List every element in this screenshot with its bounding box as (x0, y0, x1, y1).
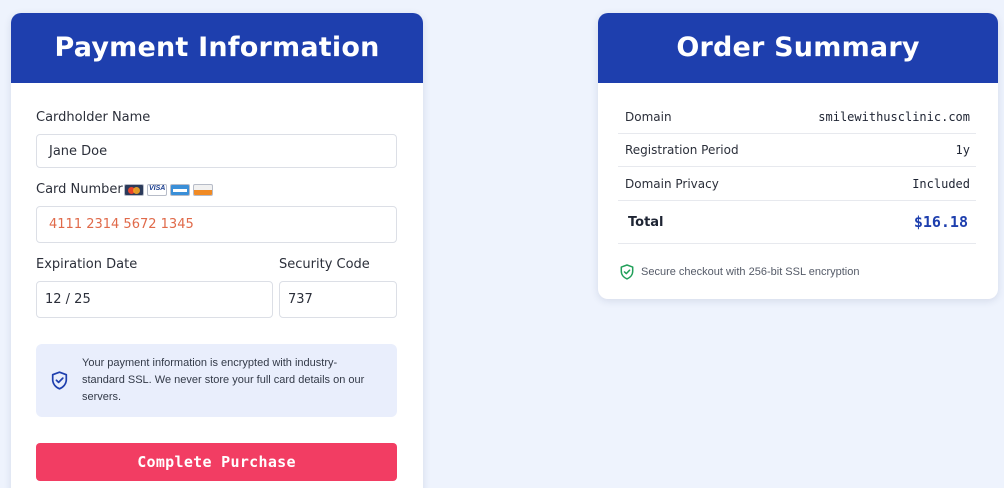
summary-row-domain: Domain smilewithusclinic.com (618, 101, 976, 134)
visa-icon (147, 184, 167, 196)
security-code-label: Security Code (279, 257, 370, 272)
domain-privacy-value: Included (912, 176, 970, 191)
security-notice: Your payment information is encrypted wi… (36, 344, 397, 417)
domain-value: smilewithusclinic.com (818, 110, 970, 124)
payment-title: Payment Information (11, 13, 423, 83)
cardholder-name-input[interactable]: Jane Doe (36, 134, 397, 168)
shield-check-icon (620, 264, 634, 280)
cardholder-name-label: Cardholder Name (36, 110, 151, 125)
security-code-input[interactable]: 737 (279, 281, 397, 318)
card-number-input[interactable]: 4111 2314 5672 1345 (36, 206, 397, 243)
order-summary-title: Order Summary (598, 13, 998, 83)
secure-checkout-note: Secure checkout with 256-bit SSL encrypt… (620, 264, 860, 280)
summary-row-domain-privacy: Domain Privacy Included (618, 167, 976, 201)
registration-period-label: Registration Period (625, 143, 739, 157)
domain-label: Domain (625, 110, 672, 124)
domain-privacy-label: Domain Privacy (625, 176, 719, 191)
registration-period-value: 1y (955, 143, 970, 157)
accepted-cards (124, 184, 213, 196)
total-label: Total (628, 214, 664, 230)
complete-purchase-button[interactable]: Complete Purchase (36, 443, 397, 481)
card-number-label: Card Number (36, 182, 123, 197)
summary-row-registration-period: Registration Period 1y (618, 134, 976, 167)
payment-card: Payment Information Cardholder Name Jane… (11, 13, 423, 488)
expiration-date-input[interactable]: 12 / 25 (36, 281, 273, 318)
expiration-date-label: Expiration Date (36, 257, 138, 272)
total-value: $16.18 (913, 213, 968, 231)
mastercard-icon (124, 184, 144, 196)
secure-checkout-text: Secure checkout with 256-bit SSL encrypt… (641, 266, 860, 278)
security-notice-text: Your payment information is encrypted wi… (82, 357, 365, 403)
shield-icon (51, 371, 68, 390)
amex-icon (170, 184, 190, 196)
order-summary-card: Order Summary Domain smilewithusclinic.c… (598, 13, 998, 299)
discover-icon (193, 184, 213, 196)
summary-row-total: Total $16.18 (618, 201, 976, 244)
